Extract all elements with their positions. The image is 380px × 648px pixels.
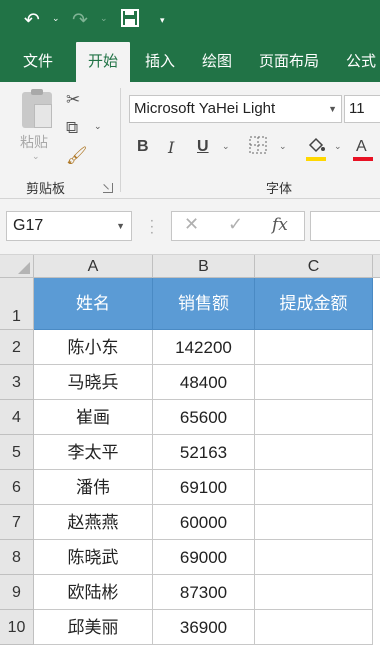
tab-formulas[interactable]: 公式 bbox=[336, 42, 380, 82]
font-group-label: 字体 bbox=[266, 182, 293, 197]
fill-color-icon[interactable] bbox=[306, 136, 326, 158]
tab-home[interactable]: 开始 bbox=[76, 42, 130, 82]
paste-dropdown-icon[interactable]: ⌄ bbox=[32, 152, 40, 162]
cell-b3[interactable]: 48400 bbox=[153, 365, 255, 400]
underline-button[interactable]: U bbox=[197, 138, 209, 156]
column-header-c[interactable]: C bbox=[255, 255, 373, 278]
save-icon[interactable] bbox=[121, 9, 139, 33]
redo-icon[interactable]: ↷ bbox=[72, 8, 88, 32]
cell-c1[interactable]: 提成金额 bbox=[255, 278, 373, 330]
row-header-5[interactable]: 5 bbox=[0, 435, 34, 470]
ribbon-tabs: 文件 开始 插入 绘图 页面布局 公式 bbox=[0, 42, 380, 82]
font-color-icon[interactable]: A bbox=[356, 138, 367, 156]
row-header-7[interactable]: 7 bbox=[0, 505, 34, 540]
tab-page-layout[interactable]: 页面布局 bbox=[248, 42, 330, 82]
cell-b2[interactable]: 142200 bbox=[153, 330, 255, 365]
cell-a7[interactable]: 赵燕燕 bbox=[34, 505, 153, 540]
cell-b8[interactable]: 69000 bbox=[153, 540, 255, 575]
clipboard-group-label: 剪贴板 bbox=[26, 182, 66, 197]
name-box[interactable]: G17 ▼ bbox=[6, 211, 132, 241]
ribbon: 粘贴 ⌄ ✂ ⧉ ⌄ 🖌 剪贴板 Microsoft YaHei Light ▼… bbox=[0, 82, 380, 199]
column-header-d[interactable] bbox=[373, 255, 380, 278]
cell-a8[interactable]: 陈晓武 bbox=[34, 540, 153, 575]
cell-b9[interactable]: 87300 bbox=[153, 575, 255, 610]
cell-c7[interactable] bbox=[255, 505, 373, 540]
column-header-a[interactable]: A bbox=[34, 255, 153, 278]
fill-color-swatch bbox=[306, 157, 326, 161]
name-box-value: G17 bbox=[13, 217, 44, 234]
font-color-swatch bbox=[353, 157, 373, 161]
cell-a6[interactable]: 潘伟 bbox=[34, 470, 153, 505]
paste-icon bbox=[22, 89, 52, 128]
cut-icon[interactable]: ✂ bbox=[66, 90, 80, 110]
cell-a1[interactable]: 姓名 bbox=[34, 278, 153, 330]
group-divider bbox=[120, 88, 121, 192]
underline-dropdown-icon[interactable]: ⌄ bbox=[222, 142, 230, 152]
worksheet-grid: A B C 1 2 3 4 5 6 7 8 9 10 姓名 销售额 提成金额 陈… bbox=[0, 255, 380, 648]
borders-dropdown-icon[interactable]: ⌄ bbox=[279, 142, 287, 152]
tab-insert[interactable]: 插入 bbox=[134, 42, 186, 82]
formula-bar: G17 ▼ · · · ✕ ✓ fx bbox=[0, 199, 380, 255]
bold-button[interactable]: B bbox=[137, 138, 149, 156]
cell-a2[interactable]: 陈小东 bbox=[34, 330, 153, 365]
cell-c8[interactable] bbox=[255, 540, 373, 575]
font-name-combo[interactable]: Microsoft YaHei Light ▼ bbox=[129, 95, 342, 123]
insert-function-button[interactable]: fx bbox=[272, 215, 288, 235]
font-name-value: Microsoft YaHei Light bbox=[134, 100, 276, 117]
copy-dropdown-icon[interactable]: ⌄ bbox=[94, 122, 102, 132]
cell-a5[interactable]: 李太平 bbox=[34, 435, 153, 470]
select-all-button[interactable] bbox=[0, 255, 34, 278]
cell-c4[interactable] bbox=[255, 400, 373, 435]
tab-file[interactable]: 文件 bbox=[8, 42, 68, 82]
row-header-3[interactable]: 3 bbox=[0, 365, 34, 400]
row-header-10[interactable]: 10 bbox=[0, 610, 34, 645]
italic-button[interactable]: I bbox=[168, 138, 174, 157]
tab-draw[interactable]: 绘图 bbox=[190, 42, 244, 82]
cell-b1[interactable]: 销售额 bbox=[153, 278, 255, 330]
cell-a10[interactable]: 邱美丽 bbox=[34, 610, 153, 645]
copy-icon[interactable]: ⧉ bbox=[66, 118, 78, 138]
formula-input[interactable] bbox=[310, 211, 380, 241]
clipboard-launcher-icon[interactable] bbox=[103, 183, 113, 193]
font-name-dropdown-icon[interactable]: ▼ bbox=[328, 96, 337, 122]
row-header-4[interactable]: 4 bbox=[0, 400, 34, 435]
font-size-combo[interactable]: 11 bbox=[344, 95, 380, 123]
cell-c6[interactable] bbox=[255, 470, 373, 505]
row-header-1[interactable]: 1 bbox=[0, 278, 34, 330]
cell-b6[interactable]: 69100 bbox=[153, 470, 255, 505]
enter-entry-icon[interactable]: ✓ bbox=[228, 214, 243, 235]
name-box-dropdown-icon[interactable]: ▼ bbox=[116, 212, 125, 240]
cell-c3[interactable] bbox=[255, 365, 373, 400]
quick-access-toolbar: ↶ ⌄ ↷ ⌄ ▾ bbox=[0, 0, 380, 42]
paste-label: 粘贴 bbox=[20, 135, 48, 151]
cell-a9[interactable]: 欧陆彬 bbox=[34, 575, 153, 610]
row-header-2[interactable]: 2 bbox=[0, 330, 34, 365]
cell-b5[interactable]: 52163 bbox=[153, 435, 255, 470]
cell-b10[interactable]: 36900 bbox=[153, 610, 255, 645]
formula-bar-resize-handle[interactable]: · · · bbox=[150, 215, 154, 239]
cell-a3[interactable]: 马晓兵 bbox=[34, 365, 153, 400]
redo-dropdown-icon[interactable]: ⌄ bbox=[100, 12, 108, 26]
row-header-8[interactable]: 8 bbox=[0, 540, 34, 575]
row-header-9[interactable]: 9 bbox=[0, 575, 34, 610]
row-header-6[interactable]: 6 bbox=[0, 470, 34, 505]
column-header-b[interactable]: B bbox=[153, 255, 255, 278]
format-painter-icon[interactable]: 🖌 bbox=[66, 146, 88, 166]
cancel-entry-icon[interactable]: ✕ bbox=[184, 214, 199, 235]
cell-b7[interactable]: 60000 bbox=[153, 505, 255, 540]
fill-color-dropdown-icon[interactable]: ⌄ bbox=[334, 142, 342, 152]
undo-dropdown-icon[interactable]: ⌄ bbox=[52, 12, 60, 26]
font-size-value: 11 bbox=[349, 100, 365, 117]
cell-c9[interactable] bbox=[255, 575, 373, 610]
cell-c2[interactable] bbox=[255, 330, 373, 365]
formula-bar-buttons: ✕ ✓ fx bbox=[171, 211, 305, 241]
cell-a4[interactable]: 崔画 bbox=[34, 400, 153, 435]
borders-icon[interactable] bbox=[249, 136, 267, 158]
undo-icon[interactable]: ↶ bbox=[24, 8, 40, 32]
customize-qat-icon[interactable]: ▾ bbox=[160, 14, 165, 28]
cell-b4[interactable]: 65600 bbox=[153, 400, 255, 435]
cell-c5[interactable] bbox=[255, 435, 373, 470]
cell-c10[interactable] bbox=[255, 610, 373, 645]
